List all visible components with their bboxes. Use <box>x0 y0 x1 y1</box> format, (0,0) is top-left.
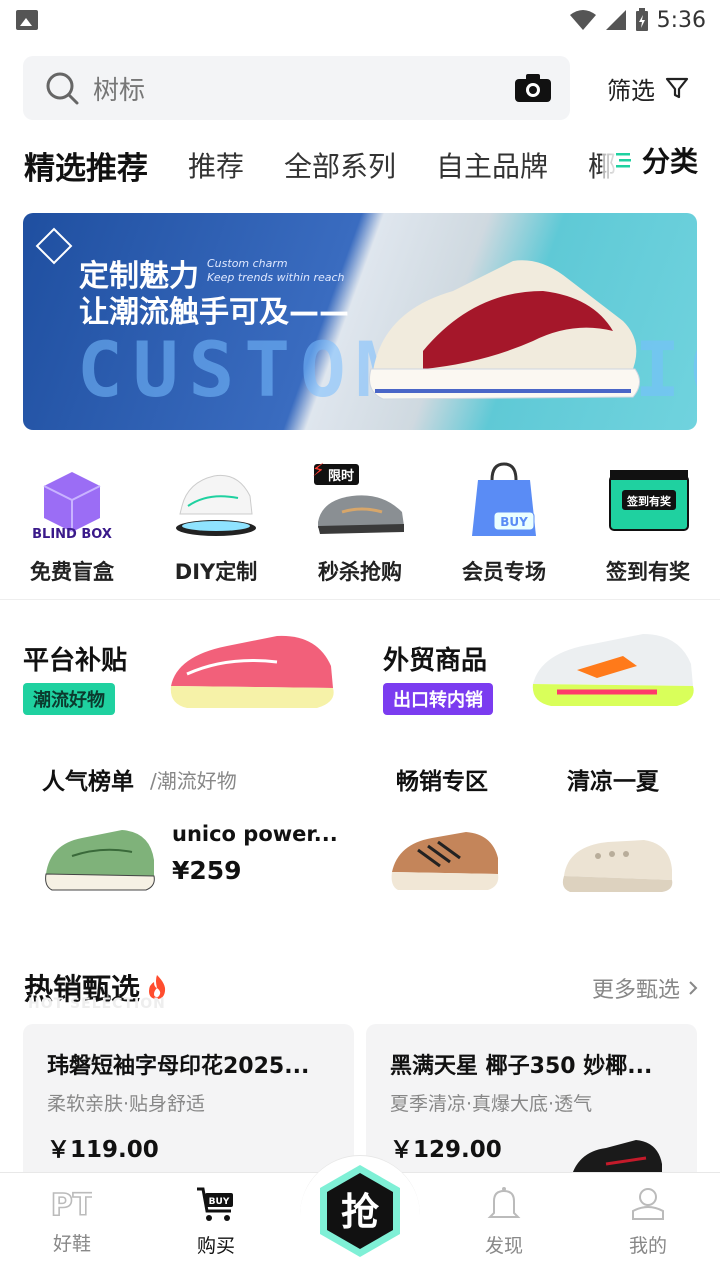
nav-label: 购买 <box>196 1235 235 1257</box>
more-label: 更多甄选 <box>591 978 680 1003</box>
profile-icon <box>632 1188 664 1220</box>
buy-image-text: BUY <box>500 515 528 529</box>
wifi-icon <box>569 10 596 30</box>
pt-icon: PT <box>52 1187 92 1221</box>
quick-diy[interactable]: DIY定制 <box>144 450 288 590</box>
promo-title: 平台补贴 <box>23 646 128 676</box>
nav-label: 我的 <box>628 1235 667 1257</box>
promo-tag: 出口转内销 <box>383 683 493 715</box>
checkin-image-text: 签到有奖 <box>626 494 672 508</box>
rank-product-price: ¥259 <box>172 856 242 885</box>
rank-title[interactable]: 人气榜单 <box>42 762 134 796</box>
status-time: 5:36 <box>656 7 706 33</box>
quick-links: BLIND BOX 免费盲盒 DIY定制 限时 ⚡ 秒杀抢购 BUY 会员专场 … <box>0 450 720 590</box>
quick-label: 签到有奖 <box>606 560 690 584</box>
product-price: ￥119.00 <box>47 1137 159 1163</box>
bottom-nav: PT 好鞋 BUY 购买 抢 发现 我的 <box>0 1155 720 1280</box>
filter-label: 筛选 <box>607 76 655 105</box>
search-placeholder: 树标 <box>93 75 146 106</box>
svg-text:PT: PT <box>52 1188 92 1221</box>
lightning-icon: ⚡ <box>312 460 325 481</box>
diy-shoe-icon <box>168 456 264 542</box>
quick-checkin[interactable]: 签到有奖 签到有奖 <box>576 450 720 590</box>
product-desc: 夏季清凉·真爆大底·透气 <box>390 1093 593 1115</box>
product-name: 黑满天星 椰子350 妙椰... <box>390 1054 653 1079</box>
cart-icon: BUY <box>197 1187 233 1221</box>
grab-icon[interactable]: 抢 <box>310 1161 410 1261</box>
nav-label: 发现 <box>484 1235 523 1257</box>
tab-featured[interactable]: 精选推荐 <box>24 143 148 188</box>
quick-label: 会员专场 <box>462 560 546 584</box>
grab-label: 抢 <box>341 1190 380 1234</box>
promo-title: 外贸商品 <box>383 646 488 676</box>
promo-subsidy[interactable]: 平台补贴 潮流好物 <box>23 620 363 730</box>
nav-label: 好鞋 <box>52 1233 91 1255</box>
section-divider <box>0 599 720 600</box>
blind-box-icon: BLIND BOX <box>24 456 120 542</box>
summer-title[interactable]: 清凉一夏 <box>567 762 659 796</box>
bell-icon <box>487 1187 521 1218</box>
promo-foreign-trade[interactable]: 外贸商品 出口转内销 <box>383 620 720 730</box>
flash-sale-icon: 限时 ⚡ <box>312 456 408 542</box>
clog-image[interactable] <box>558 826 676 896</box>
quick-blind-box[interactable]: BLIND BOX 免费盲盒 <box>0 450 144 590</box>
tab-own-brand[interactable]: 自主品牌 <box>436 145 548 185</box>
nav-buy[interactable]: BUY 购买 <box>144 1173 288 1280</box>
quick-label: 免费盲盒 <box>30 560 114 584</box>
nav-mine[interactable]: 我的 <box>576 1173 720 1280</box>
sneaker-image <box>369 260 640 400</box>
nav-discover[interactable]: 发现 <box>432 1173 576 1280</box>
svg-text:BUY: BUY <box>209 1197 230 1207</box>
categories-label: 分类 <box>641 145 698 178</box>
shopping-bag-icon: BUY <box>456 456 552 542</box>
brand-logo-icon <box>35 227 73 265</box>
quick-label: 秒杀抢购 <box>318 560 402 584</box>
calendar-icon: 签到有奖 <box>600 456 696 542</box>
nav-good-shoes[interactable]: PT 好鞋 <box>0 1173 144 1280</box>
quick-label: DIY定制 <box>174 560 258 584</box>
signal-icon <box>605 10 626 30</box>
chevron-right-icon <box>689 981 698 995</box>
tab-recommend[interactable]: 推荐 <box>188 145 244 185</box>
more-selection-link[interactable]: 更多甄选 <box>592 972 698 1004</box>
search-input[interactable]: 树标 <box>23 56 570 120</box>
banner-english: Custom charm Keep trends within reach <box>207 257 345 284</box>
battery-icon <box>635 8 648 31</box>
search-icon <box>46 72 79 105</box>
rank-product-name[interactable]: unico power... <box>172 822 338 846</box>
camera-icon[interactable] <box>514 73 552 103</box>
quick-member[interactable]: BUY 会员专场 <box>432 450 576 590</box>
tab-all-series[interactable]: 全部系列 <box>284 145 396 185</box>
product-desc: 柔软亲肤·贴身舒适 <box>47 1093 206 1115</box>
product-price: ￥129.00 <box>390 1137 502 1163</box>
quick-flash-sale[interactable]: 限时 ⚡ 秒杀抢购 <box>288 450 432 590</box>
categories-button[interactable]: 分类 <box>601 140 698 180</box>
rank-subtitle: /潮流好物 <box>150 769 237 793</box>
list-icon <box>615 153 631 168</box>
promo-banner[interactable]: 定制魅力 让潮流触手可及—— Custom charm Keep trends … <box>23 213 697 430</box>
pink-sneaker-image <box>170 635 334 708</box>
product-card[interactable]: 黑满天星 椰子350 妙椰... 夏季清凉·真爆大底·透气 ￥129.00 <box>366 1024 697 1184</box>
filter-button[interactable]: 筛选 <box>607 71 689 106</box>
white-sneaker-image <box>532 634 694 706</box>
status-bar: 5:36 <box>0 0 720 40</box>
green-sneaker-image[interactable] <box>42 826 158 896</box>
brown-sneaker-image[interactable] <box>388 826 502 896</box>
search-row: 树标 筛选 <box>23 56 703 120</box>
blind-box-image-text: BLIND BOX <box>32 527 112 542</box>
nav-grab[interactable]: 抢 <box>288 1155 432 1280</box>
product-card[interactable]: 玮磐短袖字母印花2025... 柔软亲肤·贴身舒适 ￥119.00 <box>23 1024 354 1184</box>
funnel-icon <box>665 77 689 99</box>
gallery-notification-icon <box>16 10 38 30</box>
promo-tag: 潮流好物 <box>23 683 115 715</box>
product-name: 玮磐短袖字母印花2025... <box>47 1054 310 1079</box>
hot-selection-ghost: HOT SELECTION <box>28 996 166 1012</box>
bestseller-title[interactable]: 畅销专区 <box>396 762 488 796</box>
